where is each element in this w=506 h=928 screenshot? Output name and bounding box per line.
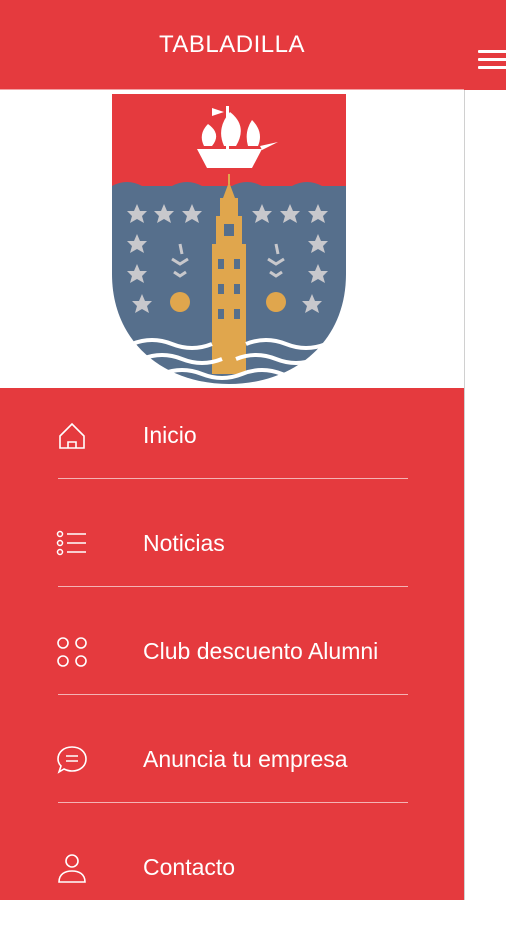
menu-divider [58,802,408,803]
navigation-drawer: TABLADILLA Inicio Noticias Club descuent… [0,0,464,900]
menu-item-label: Club descuento Alumni [143,638,379,664]
menu-item-label: Anuncia tu empresa [143,746,348,772]
drawer-title: TABLADILLA [159,31,305,58]
underlying-page [464,0,506,900]
menu-item-label: Noticias [143,530,225,556]
list-icon [56,530,86,556]
drawer-menu: Inicio Noticias Club descuento Alumni An… [0,388,464,928]
menu-item-contacto[interactable]: Contacto [0,820,464,928]
coat-of-arms-logo [112,94,346,384]
user-icon [58,854,86,883]
menu-item-label: Inicio [143,422,197,448]
chat-bubble-icon [57,746,87,774]
menu-item-label: Contacto [143,854,236,880]
menu-divider [58,694,408,695]
menu-divider [58,586,408,587]
menu-divider [58,478,408,479]
menu-item-club-descuento[interactable]: Club descuento Alumni [0,604,464,712]
menu-item-noticias[interactable]: Noticias [0,496,464,604]
menu-item-anuncia-empresa[interactable]: Anuncia tu empresa [0,712,464,820]
hamburger-menu-icon[interactable] [478,50,506,70]
home-icon [59,422,85,449]
menu-item-inicio[interactable]: Inicio [0,388,464,496]
crest-banner [0,90,464,388]
underlying-page-header [464,0,506,90]
grid-dots-icon [57,637,87,667]
